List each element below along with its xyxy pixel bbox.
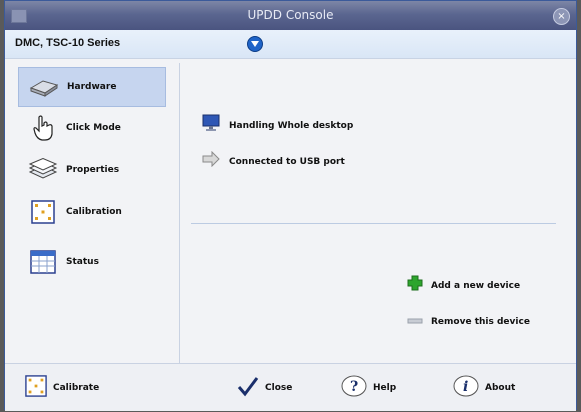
help-button[interactable]: ? Help xyxy=(341,375,396,401)
plus-icon xyxy=(407,275,423,296)
svg-text:i: i xyxy=(463,379,468,395)
device-selector-bar: DMC, TSC-10 Series xyxy=(5,30,576,59)
close-window-button[interactable]: × xyxy=(553,8,570,25)
layers-icon xyxy=(26,156,60,184)
checkmark-icon xyxy=(237,375,259,402)
status-table-icon xyxy=(26,248,60,276)
device-name: DMC, TSC-10 Series xyxy=(15,37,121,49)
svg-text:?: ? xyxy=(350,379,358,395)
info-icon: i xyxy=(453,375,479,402)
about-label: About xyxy=(485,383,516,393)
chevron-down-circle-icon[interactable] xyxy=(247,36,263,52)
sidebar-item-status[interactable]: Status xyxy=(18,243,164,281)
handling-row: Handling Whole desktop xyxy=(201,113,353,138)
minus-icon xyxy=(407,313,423,331)
connection-label: Connected to USB port xyxy=(229,156,345,167)
remove-device-label: Remove this device xyxy=(431,317,530,327)
hardware-panel: Handling Whole desktop Connected to USB … xyxy=(181,63,571,363)
close-label: Close xyxy=(265,383,293,393)
title-bar[interactable]: UPDD Console × xyxy=(5,1,576,30)
sidebar-item-hardware[interactable]: Hardware xyxy=(18,67,166,107)
add-device-button[interactable]: Add a new device xyxy=(407,275,520,296)
calibration-icon xyxy=(26,198,60,226)
window-title: UPDD Console xyxy=(247,8,334,22)
handling-label: Handling Whole desktop xyxy=(229,120,354,131)
close-button[interactable]: Close xyxy=(237,375,292,401)
add-device-label: Add a new device xyxy=(431,280,521,291)
calibrate-button[interactable]: Calibrate xyxy=(25,374,100,402)
monitor-icon xyxy=(201,113,221,138)
sidebar-item-click-mode[interactable]: Click Mode xyxy=(18,109,164,147)
sidebar: Hardware Click Mode Properties Calibrati… xyxy=(14,63,180,363)
sidebar-item-label: Click Mode xyxy=(66,123,121,133)
calibration-icon xyxy=(25,374,47,402)
sidebar-item-label: Status xyxy=(66,257,99,267)
remove-device-button[interactable]: Remove this device xyxy=(407,313,530,331)
updd-console-window: UPDD Console × DMC, TSC-10 Series Hardwa… xyxy=(4,0,577,411)
sidebar-item-label: Hardware xyxy=(67,82,117,92)
help-label: Help xyxy=(373,383,397,393)
footer-toolbar: Calibrate Close ? Help i About xyxy=(5,363,576,411)
help-icon: ? xyxy=(341,375,367,402)
hardware-icon xyxy=(27,73,61,101)
about-button[interactable]: i About xyxy=(453,375,515,401)
sidebar-item-label: Properties xyxy=(66,165,120,175)
hand-pointer-icon xyxy=(26,114,60,142)
sidebar-item-properties[interactable]: Properties xyxy=(18,151,164,189)
arrow-right-icon xyxy=(201,150,221,172)
connection-row: Connected to USB port xyxy=(201,150,345,172)
sidebar-item-label: Calibration xyxy=(66,207,122,217)
calibrate-label: Calibrate xyxy=(53,383,100,393)
section-divider xyxy=(191,223,556,224)
sidebar-item-calibration[interactable]: Calibration xyxy=(18,193,164,231)
